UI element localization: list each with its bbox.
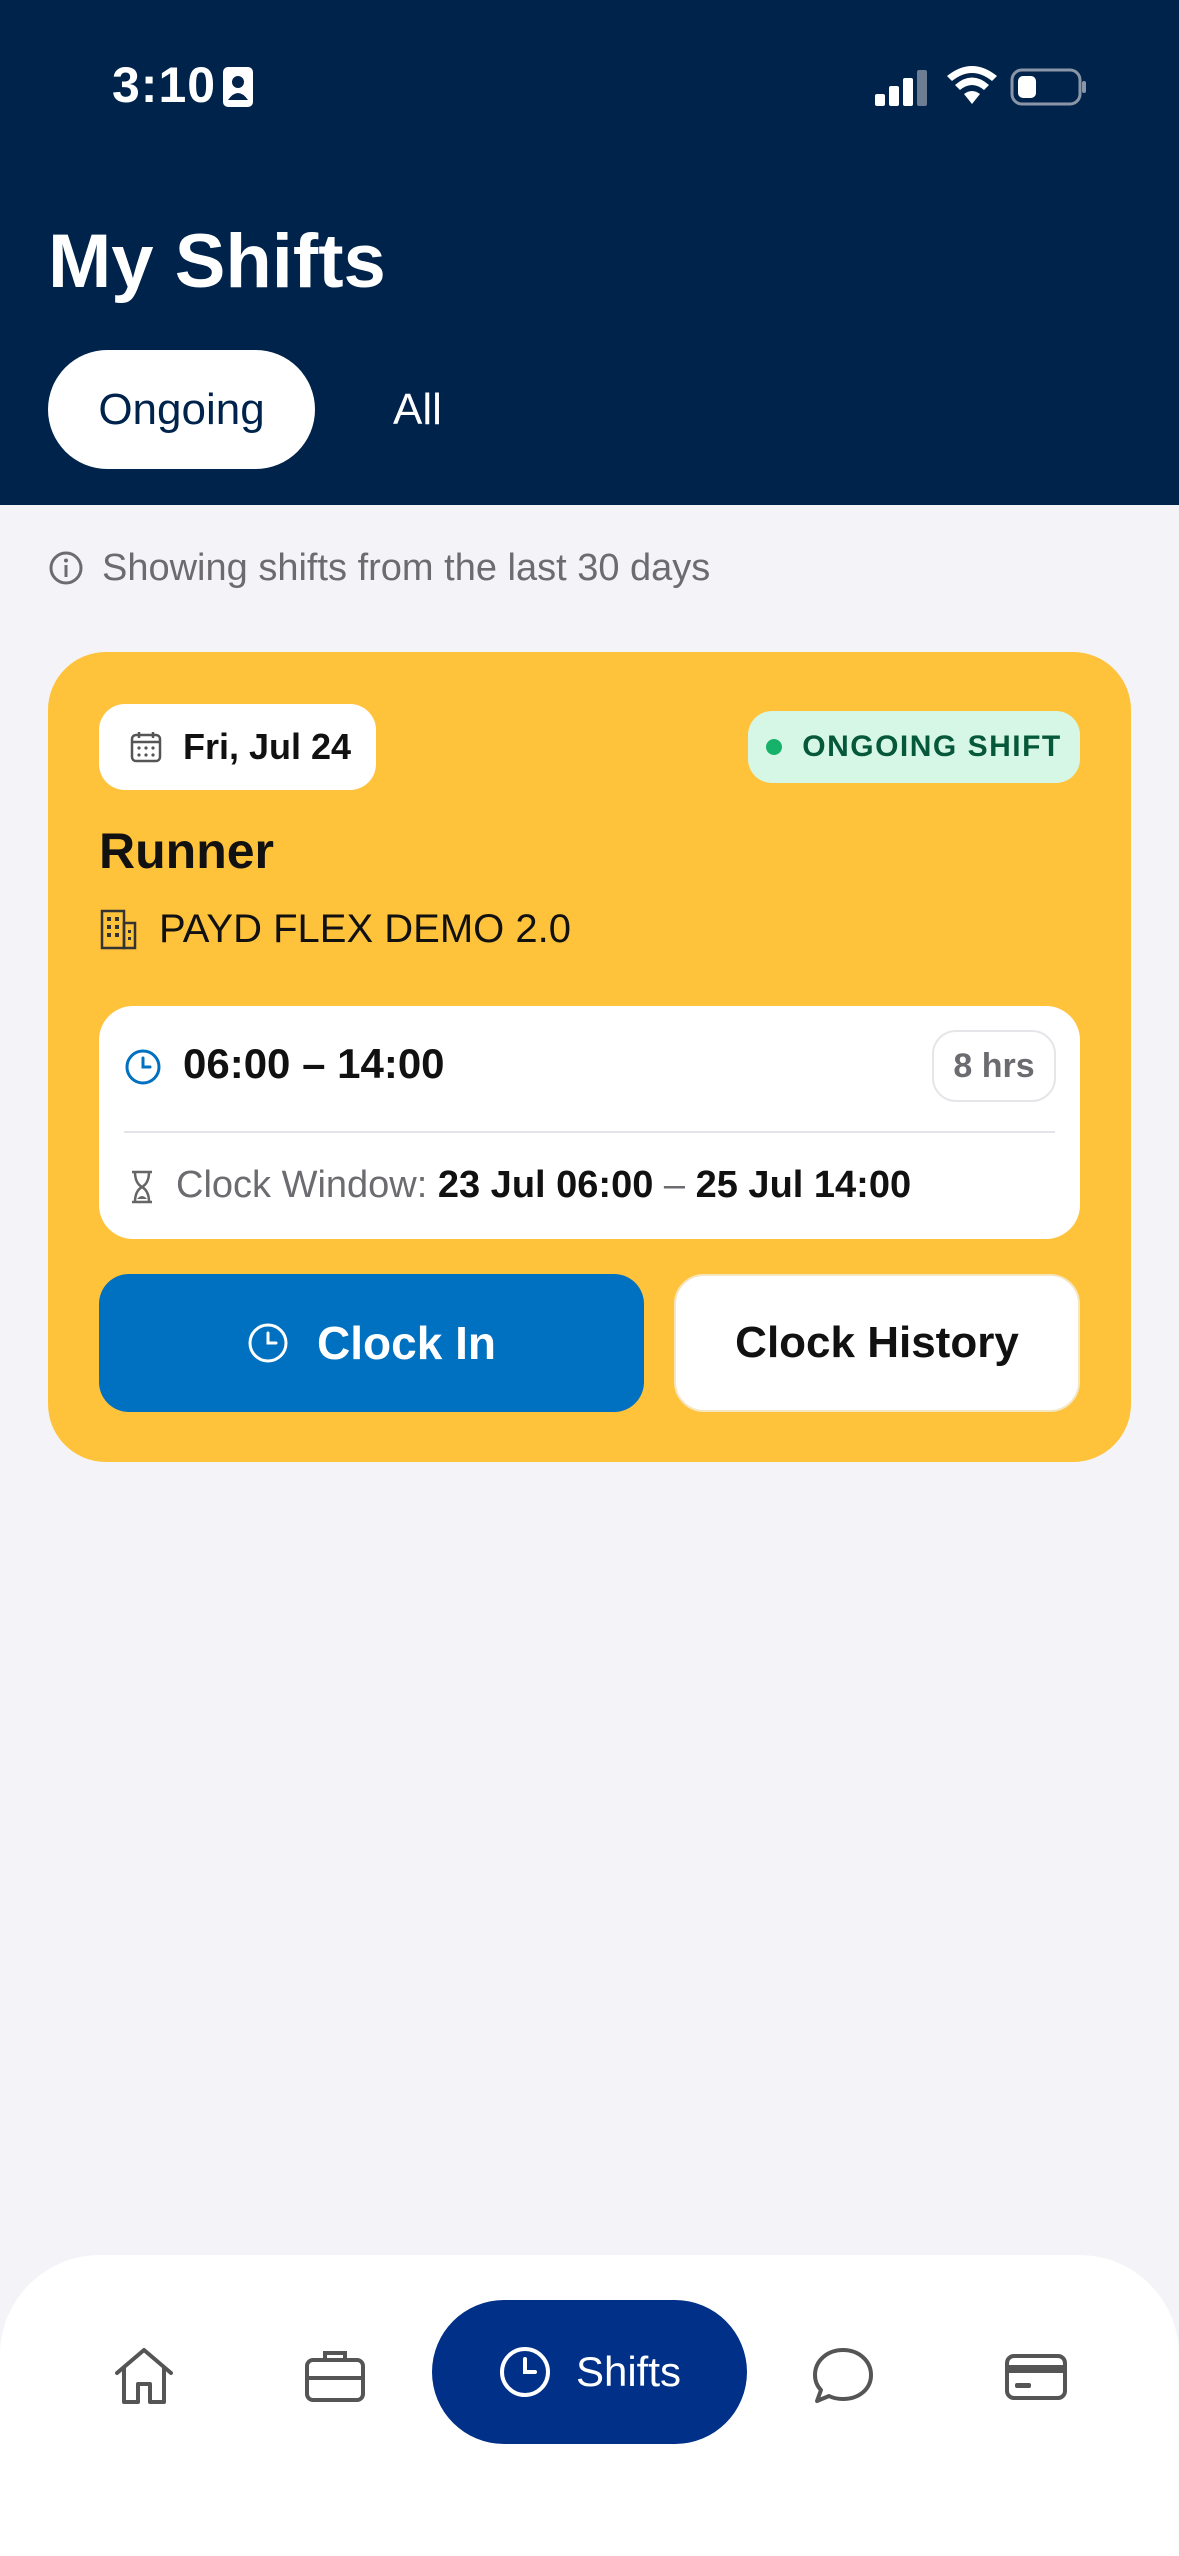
- shift-date: Fri, Jul 24: [99, 704, 376, 790]
- clock-icon: [125, 1049, 161, 1085]
- shift-time-range: 06:00 – 14:00: [183, 1040, 445, 1087]
- chat-bubble-icon[interactable]: [810, 2343, 876, 2409]
- shift-role: Runner: [99, 823, 274, 879]
- clock-window-separator: –: [663, 1164, 686, 1206]
- status-badge: ONGOING SHIFT: [748, 711, 1080, 783]
- app-header: 3:10 My Shifts Ongoing All: [0, 0, 1179, 505]
- divider: [124, 1131, 1055, 1133]
- calendar-icon: [130, 732, 162, 763]
- nav-shifts-label: Shifts: [575, 2348, 682, 2395]
- wifi-icon: [947, 66, 997, 104]
- building-icon: [100, 909, 137, 950]
- tab-ongoing[interactable]: Ongoing: [48, 350, 315, 469]
- briefcase-icon[interactable]: [302, 2343, 368, 2409]
- page-title: My Shifts: [48, 219, 386, 304]
- clock-icon: [248, 1323, 288, 1363]
- status-badge-label: ONGOING SHIFT: [802, 730, 1062, 763]
- shift-date-label: Fri, Jul 24: [183, 726, 352, 767]
- clock-in-button[interactable]: Clock In: [99, 1274, 644, 1412]
- clock-window-start: 23 Jul 06:00: [437, 1164, 654, 1206]
- credit-card-icon[interactable]: [1003, 2343, 1069, 2409]
- nav-item-shifts[interactable]: Shifts: [432, 2300, 747, 2444]
- clock-window-label: Clock Window:: [176, 1164, 428, 1206]
- info-notice: Showing shifts from the last 30 days: [48, 543, 710, 593]
- bottom-nav: Shifts: [0, 2255, 1179, 2556]
- status-bar: 3:10: [0, 0, 1179, 175]
- clock-window-end: 25 Jul 14:00: [695, 1164, 912, 1206]
- shift-hours-badge: 8 hrs: [932, 1030, 1056, 1102]
- home-icon[interactable]: [111, 2343, 177, 2409]
- clock-in-label: Clock In: [317, 1317, 496, 1369]
- status-dot: [766, 739, 783, 755]
- cellular-signal-icon: [875, 70, 927, 106]
- status-time: 3:10: [112, 57, 217, 113]
- clock-window: Clock Window: 23 Jul 06:00 – 25 Jul 14:0…: [176, 1164, 911, 1207]
- info-icon: [49, 551, 83, 585]
- info-text: Showing shifts from the last 30 days: [102, 546, 711, 589]
- tab-all[interactable]: All: [360, 350, 475, 469]
- hourglass-icon: [132, 1170, 152, 1204]
- shift-card[interactable]: Fri, Jul 24 ONGOING SHIFT Runner PAYD FL…: [48, 652, 1131, 1462]
- contact-card-icon: [223, 67, 253, 107]
- shift-time-box: 06:00 – 14:00 8 hrs Clock Window: 23 Jul…: [99, 1006, 1080, 1239]
- clock-history-button[interactable]: Clock History: [674, 1274, 1080, 1412]
- shift-company: PAYD FLEX DEMO 2.0: [99, 904, 571, 954]
- battery-icon: [1010, 68, 1086, 106]
- company-name: PAYD FLEX DEMO 2.0: [159, 906, 571, 951]
- clock-icon: [499, 2347, 550, 2397]
